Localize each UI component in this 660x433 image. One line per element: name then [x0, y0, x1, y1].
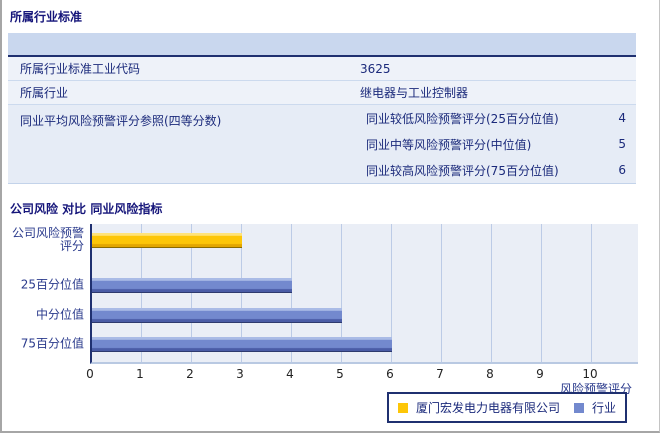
p75-value: 6 — [618, 163, 626, 177]
p25-value: 4 — [618, 111, 626, 125]
table-row-quartiles: 同业平均风险预警评分参照(四等分数) 同业较低风险预警评分(25百分位值) 4 … — [8, 105, 636, 184]
gridline — [441, 224, 442, 362]
x-tick-label: 3 — [236, 367, 244, 381]
bar-公司风险预警评分 — [92, 233, 242, 248]
industry-standard-section-title: 所属行业标准 — [10, 10, 83, 24]
x-tick-label: 7 — [436, 367, 444, 381]
industry-legend-swatch-icon — [574, 402, 585, 413]
x-tick-label: 0 — [86, 367, 94, 381]
chart-legend: 厦门宏发电力电器有限公司 行业 — [387, 392, 628, 423]
median-value: 5 — [618, 137, 626, 151]
median-label: 同业中等风险预警评分(中位值) — [366, 137, 532, 152]
x-tick-label: 5 — [336, 367, 344, 381]
quartile-subrow: 同业中等风险预警评分(中位值) 5 — [366, 131, 636, 157]
bar-25百分位值 — [92, 278, 292, 293]
x-tick-label: 2 — [186, 367, 194, 381]
gridline — [591, 224, 592, 362]
quartile-subrow: 同业较低风险预警评分(25百分位值) 4 — [366, 105, 636, 131]
category-label: 中分位值 — [35, 307, 84, 322]
p25-label: 同业较低风险预警评分(25百分位值) — [366, 111, 559, 126]
p75-label: 同业较高风险预警评分(75百分位值) — [366, 163, 559, 178]
category-label: 75百分位值 — [20, 336, 84, 351]
gridline — [541, 224, 542, 362]
industry-name-value: 继电器与工业控制器 — [360, 86, 469, 100]
industry-standard-table: 所属行业标准工业代码 3625 所属行业 继电器与工业控制器 同业平均风险预警评… — [8, 33, 636, 184]
company-legend-swatch-icon — [398, 402, 408, 413]
category-label: 25百分位值 — [20, 277, 84, 292]
x-tick-label: 8 — [486, 367, 494, 381]
x-tick-label: 10 — [582, 367, 598, 381]
industry-risk-report-page: 所属行业标准 所属行业标准工业代码 3625 所属行业 继电器与工业控制器 同业… — [0, 0, 660, 433]
x-tick-label: 1 — [136, 367, 144, 381]
company-legend-label: 厦门宏发电力电器有限公司 — [416, 401, 561, 415]
table-row: 所属行业标准工业代码 3625 — [8, 57, 636, 81]
quartile-subrows: 同业较低风险预警评分(25百分位值) 4 同业中等风险预警评分(中位值) 5 同… — [360, 105, 636, 183]
gridline — [491, 224, 492, 362]
industry-name-label: 所属行业 — [20, 86, 69, 100]
bar-chart-plot-area — [90, 224, 638, 364]
bar-75百分位值 — [92, 337, 392, 352]
category-label: 公司风险预警评分 — [11, 226, 84, 253]
x-tick-label: 4 — [286, 367, 294, 381]
x-tick-label: 6 — [386, 367, 394, 381]
industry-code-label: 所属行业标准工业代码 — [20, 62, 141, 76]
industry-legend-label: 行业 — [592, 401, 617, 415]
table-header-row — [8, 33, 636, 57]
industry-code-value: 3625 — [360, 61, 391, 76]
company-vs-peer-section-title: 公司风险 对比 同业风险指标 — [10, 202, 163, 216]
quartile-subrow: 同业较高风险预警评分(75百分位值) 6 — [366, 157, 636, 183]
bar-中分位值 — [92, 308, 342, 323]
table-row: 所属行业 继电器与工业控制器 — [8, 81, 636, 105]
x-tick-label: 9 — [536, 367, 544, 381]
peer-average-score-label: 同业平均风险预警评分参照(四等分数) — [20, 114, 222, 128]
